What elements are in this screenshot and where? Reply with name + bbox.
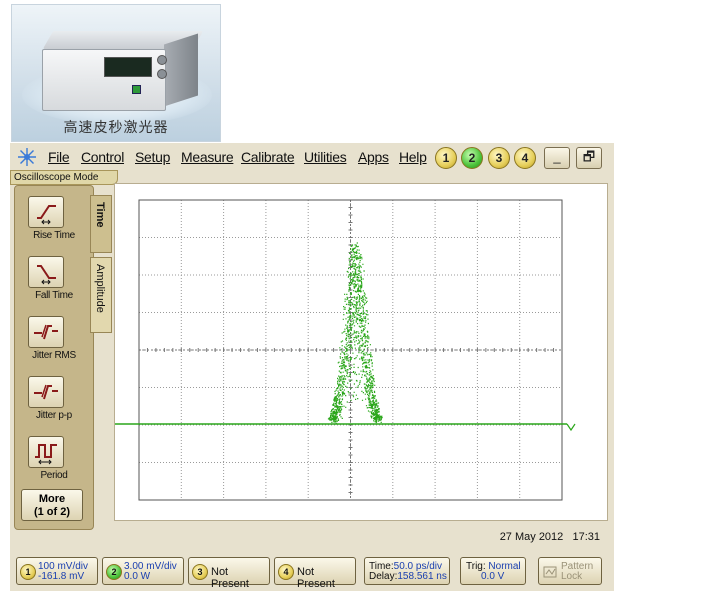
trigger-marker (566, 423, 576, 432)
channel-2-button[interactable]: 2 (461, 147, 483, 169)
device-knob (157, 69, 167, 79)
measurement-panel: Rise Time Fall Time Jitter RMS Jitter p-… (14, 185, 94, 530)
menu-control[interactable]: Control (81, 149, 124, 165)
device-knob (157, 55, 167, 65)
graticule (115, 199, 576, 501)
menu-measure[interactable]: Measure (181, 149, 234, 165)
rise-time-button[interactable] (28, 196, 64, 228)
menu-utilities[interactable]: Utilities (304, 149, 347, 165)
channel-2-settings[interactable]: 2 3.00 mV/div 0.0 W (102, 557, 184, 585)
menu-setup[interactable]: Setup (135, 149, 170, 165)
device-power-button (132, 85, 141, 94)
waveform-trace (115, 242, 567, 425)
status-date: 27 May 2012 (499, 531, 564, 543)
channel-1-button[interactable]: 1 (435, 147, 457, 169)
channel-3-button[interactable]: 3 (488, 147, 510, 169)
minimize-button[interactable]: _ (544, 147, 570, 169)
pattern-lock-icon (543, 566, 557, 578)
tab-amplitude[interactable]: Amplitude (90, 257, 112, 333)
channel-1-badge: 1 (20, 564, 36, 580)
rise-time-icon (37, 205, 56, 225)
channel-2-offset: 0.0 W (124, 571, 151, 582)
fall-time-icon (37, 265, 56, 285)
channel-4-status: Not Present (297, 566, 335, 590)
jitter-rms-label: Jitter RMS (32, 350, 76, 361)
channel-4-badge: 4 (278, 564, 294, 580)
fall-time-label: Fall Time (35, 290, 73, 301)
jitter-pp-button[interactable] (28, 376, 64, 408)
agilent-logo-icon (18, 148, 36, 166)
status-datetime: 27 May 2012 17:31 (500, 531, 600, 543)
channel-1-offset: -161.8 mV (38, 571, 85, 582)
device-display (104, 57, 152, 77)
jitter-rms-button[interactable] (28, 316, 64, 348)
jitter-pp-icon (34, 384, 58, 400)
menu-bar: File Control Setup Measure Calibrate Uti… (10, 143, 614, 173)
waveform-display[interactable] (114, 183, 608, 521)
more-button[interactable]: More (1 of 2) (21, 489, 83, 521)
pattern-lock-label-2: Lock (561, 571, 583, 582)
timebase-delay: Delay:158.561 ns (369, 571, 447, 582)
menu-calibrate[interactable]: Calibrate (241, 149, 295, 165)
trigger-level: 0.0 V (481, 571, 505, 582)
jitter-rms-icon (34, 324, 58, 340)
photo-caption: 高速皮秒激光器 (63, 120, 169, 136)
waveform-pulse (327, 242, 383, 424)
status-time: 17:31 (572, 531, 600, 543)
tab-time[interactable]: Time (90, 195, 112, 253)
period-button[interactable] (28, 436, 64, 468)
product-photo: 高速皮秒激光器 (11, 4, 221, 142)
timebase-settings[interactable]: Time:50.0 ps/div Delay:158.561 ns (364, 557, 450, 585)
channel-4-button[interactable]: 4 (514, 147, 536, 169)
channel-2-badge: 2 (106, 564, 122, 580)
oscilloscope-mode-tab[interactable]: Oscilloscope Mode (10, 170, 118, 185)
channel-3-badge: 3 (192, 564, 208, 580)
fall-time-button[interactable] (28, 256, 64, 288)
bottom-bar: 1 100 mV/div -161.8 mV 2 3.00 mV/div 0.0… (10, 547, 614, 591)
trigger-settings[interactable]: Trig: Normal 0.0 V (460, 557, 526, 585)
channel-3-status: Not Present (211, 566, 249, 590)
jitter-pp-label: Jitter p-p (36, 410, 72, 421)
restore-button[interactable]: 🗗 (576, 147, 602, 169)
channel-3-settings[interactable]: 3 Not Present (188, 557, 270, 590)
oscilloscope-window: File Control Setup Measure Calibrate Uti… (10, 143, 614, 591)
menu-file[interactable]: File (48, 149, 70, 165)
more-button-line2: (1 of 2) (33, 506, 71, 518)
channel-4-settings[interactable]: 4 Not Present (274, 557, 356, 590)
device-side (164, 33, 198, 107)
pattern-lock-button[interactable]: Pattern Lock (538, 557, 602, 585)
menu-apps[interactable]: Apps (358, 149, 389, 165)
period-label: Period (40, 470, 68, 481)
more-button-line1: More (38, 493, 66, 505)
rise-time-label: Rise Time (33, 230, 75, 241)
channel-1-settings[interactable]: 1 100 mV/div -161.8 mV (16, 557, 98, 585)
menu-help[interactable]: Help (399, 149, 427, 165)
period-icon (35, 444, 57, 465)
